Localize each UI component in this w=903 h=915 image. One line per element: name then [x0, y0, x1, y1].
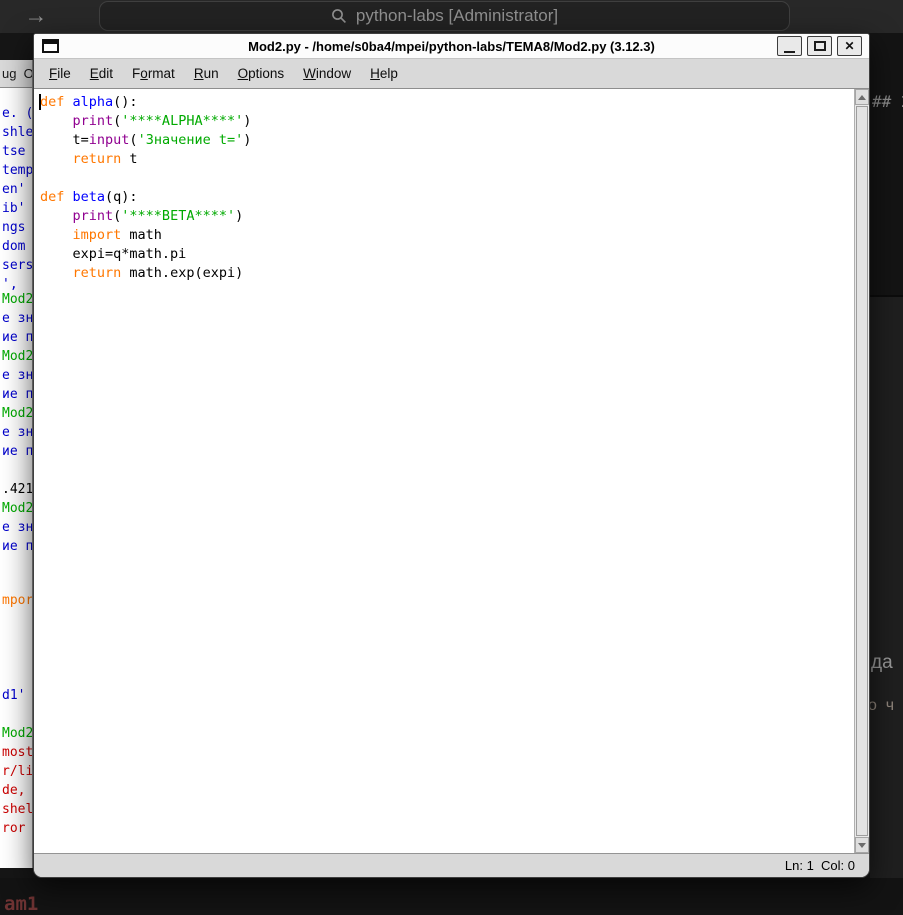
background-text-fragment: ngs [2, 218, 25, 237]
code-line: print('****BETA****') [40, 207, 854, 226]
background-text-fragment: r/li [2, 762, 33, 781]
background-text-fragment: de, [2, 781, 25, 800]
code-line [40, 169, 854, 188]
menu-bar: File Edit Format Run Options Window Help [34, 59, 869, 89]
minimize-icon [784, 51, 795, 53]
background-text-fragment: shle [2, 123, 33, 142]
desktop-bottom-text-fragment: am1 [4, 893, 38, 915]
line-col-indicator: Ln: 1 Col: 0 [785, 858, 855, 873]
code-lines: def alpha(): print('****ALPHA****') t=in… [40, 93, 854, 283]
background-text-fragment: ror [2, 819, 25, 838]
arrow-down-icon [858, 843, 866, 848]
status-bar: Ln: 1 Col: 0 [34, 853, 869, 877]
background-text-fragment: ие п [2, 537, 33, 556]
scrollbar-thumb[interactable] [856, 106, 868, 836]
maximize-button[interactable] [807, 36, 832, 56]
background-text-fragment: tse [2, 142, 25, 161]
background-text-fragment: ib' [2, 199, 25, 218]
minimize-button[interactable] [777, 36, 802, 56]
background-text-fragment: .421 [2, 480, 33, 499]
background-text-fragment: mpor [2, 591, 33, 610]
idle-editor-window: Mod2.py - /home/s0ba4/mpei/python-labs/T… [33, 33, 870, 878]
background-text-fragment: ие п [2, 385, 33, 404]
background-text-fragment: е зн [2, 423, 33, 442]
menu-format[interactable]: Format [129, 64, 178, 83]
background-text-fragment: sers [2, 256, 33, 275]
background-text-fragment: most [2, 743, 33, 762]
window-controls: ✕ [777, 36, 862, 56]
menu-file[interactable]: File [46, 64, 74, 83]
title-bar[interactable]: Mod2.py - /home/s0ba4/mpei/python-labs/T… [34, 34, 869, 59]
code-line: return t [40, 150, 854, 169]
menu-edit[interactable]: Edit [87, 64, 116, 83]
desktop-bottom-strip [0, 878, 903, 910]
background-menu-bar-fragment: ug O [0, 60, 33, 88]
code-line: def alpha(): [40, 93, 854, 112]
close-button[interactable]: ✕ [837, 36, 862, 56]
code-editor[interactable]: def alpha(): print('****ALPHA****') t=in… [34, 89, 854, 853]
text-cursor [39, 94, 41, 110]
desktop-text-fragment: да [871, 652, 893, 674]
background-text-fragment: d1' [2, 686, 25, 705]
background-text-fragment: temp [2, 161, 33, 180]
window-title: Mod2.py - /home/s0ba4/mpei/python-labs/T… [34, 39, 869, 54]
desktop-right-panel-lower [870, 295, 903, 878]
search-text: python-labs [Administrator] [356, 6, 558, 26]
background-text-fragment: ие п [2, 328, 33, 347]
background-text-fragment: ие п [2, 442, 33, 461]
background-text-fragment: Mod2 [2, 290, 33, 309]
background-text-fragment: shel [2, 800, 33, 819]
background-text-fragment: e. ( [2, 104, 33, 123]
background-text-fragment: Mod2 [2, 499, 33, 518]
menu-help[interactable]: Help [367, 64, 401, 83]
background-text-fragment: dom [2, 237, 25, 256]
vertical-scrollbar[interactable] [854, 89, 869, 853]
code-line: expi=q*math.pi [40, 245, 854, 264]
code-line: t=input('Значение t=') [40, 131, 854, 150]
forward-arrow-icon[interactable]: → [16, 0, 56, 33]
menu-window[interactable]: Window [300, 64, 354, 83]
background-text-fragment: е зн [2, 518, 33, 537]
search-icon [331, 8, 347, 24]
maximize-icon [814, 41, 826, 51]
menu-options[interactable]: Options [235, 64, 288, 83]
close-icon: ✕ [844, 39, 854, 53]
background-text-fragment: Mod2 [2, 724, 33, 743]
desktop-top-bar: → python-labs [Administrator] [0, 0, 903, 33]
background-text-fragment: en' [2, 180, 25, 199]
background-shell-window[interactable]: ug O e. (shletsetempen'ib'ngsdomsers',Mo… [0, 60, 33, 868]
background-text-fragment: Mod2 [2, 347, 33, 366]
background-text-fragment: е зн [2, 309, 33, 328]
editor-content-row: def alpha(): print('****ALPHA****') t=in… [34, 89, 869, 853]
search-bar[interactable]: python-labs [Administrator] [99, 1, 790, 31]
code-line: import math [40, 226, 854, 245]
scrollbar-down-button[interactable] [855, 837, 869, 853]
arrow-up-icon [858, 95, 866, 100]
menu-run[interactable]: Run [191, 64, 222, 83]
scrollbar-up-button[interactable] [855, 89, 869, 105]
code-line: print('****ALPHA****') [40, 112, 854, 131]
desktop-text-fragment: о ч [868, 697, 894, 715]
code-line: return math.exp(expi) [40, 264, 854, 283]
background-shell-text: e. (shletsetempen'ib'ngsdomsers',Mod2е з… [0, 88, 33, 868]
background-text-fragment: Mod2 [2, 404, 33, 423]
desktop-text-fragment: ## 2 [872, 92, 903, 111]
desktop-right-panel-upper [870, 33, 903, 295]
code-line: def beta(q): [40, 188, 854, 207]
background-text-fragment: е зн [2, 366, 33, 385]
